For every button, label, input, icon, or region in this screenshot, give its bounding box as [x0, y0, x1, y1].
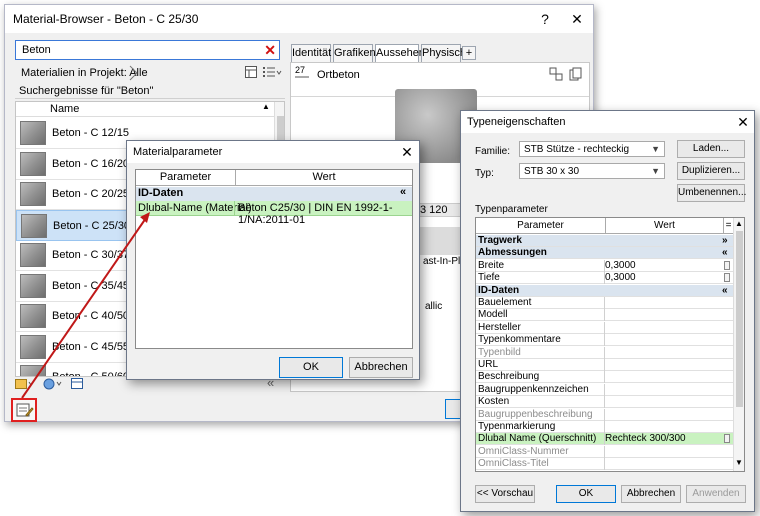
type-param-name: Baugruppenbeschreibung [478, 408, 593, 420]
family-select[interactable]: STB Stütze - rechteckig ▼ [519, 141, 665, 157]
type-param-value: 0,3000 [605, 272, 636, 284]
type-param-name: Breite [478, 259, 505, 271]
type-param-col-sep [604, 396, 605, 409]
type-param-row[interactable]: Hersteller [476, 321, 733, 334]
type-param-col-sep [604, 458, 605, 471]
type-param-name: URL [478, 359, 499, 370]
duplicate-button[interactable]: Duplizieren... [677, 162, 745, 180]
te-eq-header: = [724, 218, 733, 234]
type-param-name: Typenmarkierung [478, 421, 556, 432]
type-param-name: Typenkommentare [478, 334, 561, 346]
collapse-group-icon[interactable]: « [722, 247, 728, 258]
expand-group-icon[interactable]: » [722, 235, 728, 246]
type-param-col-sep [604, 383, 605, 396]
type-param-row[interactable]: Bauelement [476, 297, 733, 309]
type-param-row[interactable]: Beschreibung [476, 371, 733, 384]
type-param-row[interactable]: OmniClass-Nummer [476, 445, 733, 458]
type-param-name: Modell [478, 309, 508, 321]
type-param-row[interactable]: URL [476, 359, 733, 371]
type-param-row[interactable]: Typenkommentare [476, 334, 733, 347]
type-parameter-rows: Tragwerk » Abmessungen « Breite 0,3000 Tiefe 0,… [476, 235, 733, 471]
type-label: Typ: [475, 168, 494, 179]
te-cancel-button[interactable]: Abbrechen [621, 485, 681, 503]
type-param-name: ID-Daten [478, 284, 520, 296]
te-value-header: Wert [606, 218, 724, 234]
family-label: Familie: [475, 146, 511, 157]
te-ok-button[interactable]: OK [556, 485, 616, 503]
associate-parameter-button[interactable] [724, 273, 730, 283]
type-param-row[interactable]: Tiefe 0,3000 [476, 272, 733, 285]
type-param-name: Hersteller [478, 321, 521, 333]
type-param-col-sep [604, 421, 605, 433]
scroll-down-icon[interactable]: ▼ [735, 458, 743, 467]
type-param-col-sep [604, 297, 605, 309]
type-param-name: Bauelement [478, 297, 532, 308]
type-param-value: Rechteck 300/300 [605, 433, 686, 445]
preview-button[interactable]: << Vorschau [475, 485, 535, 503]
type-param-col-sep [604, 346, 605, 359]
apply-button[interactable]: Anwenden [686, 485, 746, 503]
type-param-name: Dlubal Name (Querschnitt) [478, 433, 597, 445]
type-param-col-sep [604, 408, 605, 421]
type-parameter-scroll-thumb[interactable] [736, 231, 743, 407]
type-param-row[interactable]: ID-Daten « [476, 284, 733, 297]
type-param-row[interactable]: Tragwerk » [476, 235, 733, 247]
type-properties-close-button[interactable]: ✕ [733, 112, 753, 132]
type-param-row[interactable]: Typenmarkierung [476, 421, 733, 433]
type-param-row[interactable]: Baugruppenkennzeichen [476, 383, 733, 396]
type-param-row[interactable]: Kosten [476, 396, 733, 409]
type-param-row[interactable]: Abmessungen « [476, 247, 733, 260]
type-param-row[interactable]: Baugruppenbeschreibung [476, 408, 733, 421]
type-param-name: Abmessungen [478, 247, 547, 259]
type-param-row[interactable]: Typenbild [476, 346, 733, 359]
type-param-value: 0,3000 [605, 259, 636, 271]
type-param-row[interactable]: OmniClass-Titel [476, 458, 733, 471]
type-param-name: Typenbild [478, 346, 521, 358]
te-parameter-header: Parameter [476, 218, 606, 234]
type-param-col-sep [604, 445, 605, 458]
type-param-row[interactable]: Breite 0,3000 [476, 259, 733, 272]
type-param-name: OmniClass-Titel [478, 458, 549, 470]
type-properties-dialog: Typeneigenschaften ✕ Familie: STB Stütze… [460, 110, 755, 512]
chevron-down-icon: ▼ [651, 144, 660, 154]
type-param-row[interactable]: Modell [476, 309, 733, 322]
type-param-col-sep [604, 321, 605, 334]
associate-parameter-button[interactable] [724, 434, 730, 444]
rename-button[interactable]: Umbenennen... [677, 184, 746, 202]
type-param-name: Tragwerk [478, 235, 522, 246]
type-param-row[interactable]: Dlubal Name (Querschnitt) Rechteck 300/30… [476, 433, 733, 446]
type-param-col-sep [604, 371, 605, 384]
chevron-down-icon: ▼ [651, 166, 660, 176]
type-param-name: Tiefe [478, 272, 500, 284]
family-select-value: STB Stütze - rechteckig [524, 144, 630, 155]
type-param-name: Beschreibung [478, 371, 540, 383]
scroll-up-icon[interactable]: ▲ [735, 219, 743, 228]
type-param-col-sep [604, 309, 605, 322]
type-parameter-scrollbar[interactable]: ▲ ▼ [733, 218, 744, 471]
type-properties-titlebar: Typeneigenschaften ✕ [461, 111, 754, 133]
type-select[interactable]: STB 30 x 30 ▼ [519, 163, 665, 179]
type-param-col-sep [604, 359, 605, 371]
load-button[interactable]: Laden... [677, 140, 745, 158]
type-select-value: STB 30 x 30 [524, 166, 580, 177]
type-parameter-grid: Parameter Wert = Tragwerk» Abmessungen «Br… [475, 217, 745, 472]
type-properties-title: Typeneigenschaften [467, 116, 566, 128]
typeparams-label: Typenparameter [475, 204, 548, 215]
type-param-col-sep [604, 334, 605, 347]
associate-parameter-button[interactable] [724, 260, 730, 270]
collapse-group-icon[interactable]: « [722, 285, 728, 296]
type-param-name: OmniClass-Nummer [478, 445, 569, 457]
type-param-name: Baugruppenkennzeichen [478, 383, 589, 395]
type-param-name: Kosten [478, 396, 510, 408]
